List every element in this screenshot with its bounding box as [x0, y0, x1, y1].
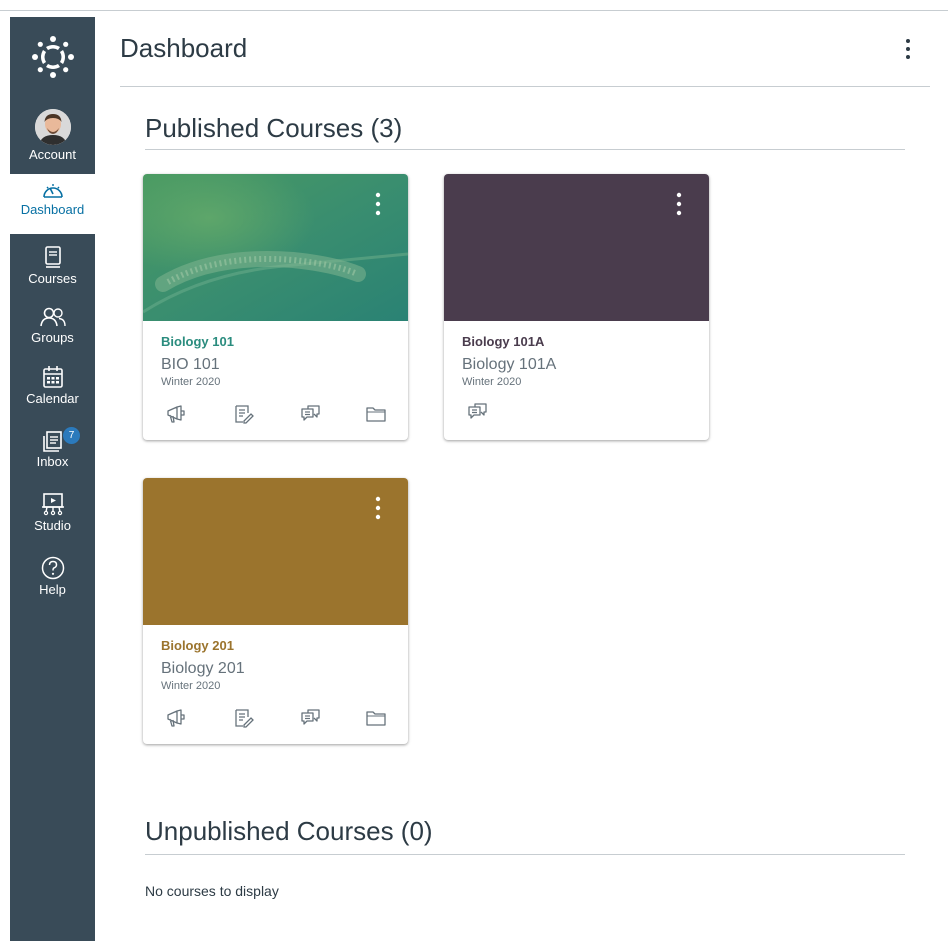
- course-code: Biology 101A: [462, 356, 557, 373]
- avatar: [34, 109, 71, 145]
- course-code: Biology 201: [161, 660, 245, 677]
- announcements-icon[interactable]: [165, 404, 187, 426]
- nav-help[interactable]: Help: [10, 556, 95, 597]
- nav-help-label: Help: [39, 582, 66, 597]
- kebab-menu-icon: [676, 192, 682, 216]
- inbox-icon: [42, 431, 62, 452]
- course-name[interactable]: Biology 101A: [462, 334, 544, 349]
- header-divider: [120, 86, 930, 87]
- course-card-color: [143, 478, 408, 625]
- studio-icon: [41, 493, 64, 516]
- card-options-button[interactable]: [671, 192, 687, 218]
- files-icon[interactable]: [365, 708, 387, 730]
- nav-studio-label: Studio: [34, 518, 71, 533]
- inbox-unread-badge: 7: [62, 426, 81, 445]
- kebab-menu-icon: [906, 39, 910, 59]
- course-card-image: [143, 174, 408, 321]
- unpublished-divider: [145, 854, 905, 855]
- files-icon[interactable]: [365, 404, 387, 426]
- kebab-menu-icon: [375, 192, 381, 216]
- course-term: Winter 2020: [462, 376, 522, 388]
- published-courses-heading: Published Courses (3): [145, 113, 403, 143]
- nav-account[interactable]: Account: [10, 109, 95, 162]
- page-title: Dashboard: [120, 33, 248, 63]
- card-options-button[interactable]: [370, 192, 386, 218]
- course-name[interactable]: Biology 201: [161, 638, 234, 653]
- global-nav: Account Dashboard Courses Groups Calenda…: [10, 17, 95, 941]
- nav-calendar-label: Calendar: [26, 391, 79, 406]
- published-divider: [145, 149, 905, 150]
- course-term: Winter 2020: [161, 376, 221, 388]
- card-action-icons: [161, 404, 391, 424]
- card-options-button[interactable]: [370, 496, 386, 522]
- nav-groups-label: Groups: [31, 330, 74, 345]
- course-card-biology-201[interactable]: Biology 201 Biology 201 Winter 2020: [143, 478, 408, 744]
- announcements-icon[interactable]: [165, 708, 187, 730]
- nav-inbox-label: Inbox: [36, 454, 69, 469]
- calendar-icon: [42, 366, 63, 388]
- card-action-icons: [161, 708, 391, 728]
- nav-inbox[interactable]: 7 Inbox: [10, 426, 95, 469]
- nav-studio[interactable]: Studio: [10, 492, 95, 533]
- assignments-icon[interactable]: [233, 708, 255, 730]
- unpublished-courses-heading: Unpublished Courses (0): [145, 816, 433, 846]
- nav-calendar[interactable]: Calendar: [10, 365, 95, 406]
- kebab-menu-icon: [375, 496, 381, 520]
- help-icon: [41, 556, 64, 580]
- assignments-icon[interactable]: [233, 404, 255, 426]
- discussions-icon[interactable]: [300, 708, 322, 730]
- course-card-color: [444, 174, 709, 321]
- groups-icon: [39, 307, 66, 327]
- nav-dashboard[interactable]: Dashboard: [10, 174, 95, 234]
- courses-icon: [44, 246, 61, 268]
- course-card-biology-101[interactable]: Biology 101 BIO 101 Winter 2020: [143, 174, 408, 440]
- discussions-icon[interactable]: [467, 402, 489, 424]
- canvas-logo-icon[interactable]: [10, 35, 95, 79]
- top-border: [0, 10, 948, 11]
- course-card-biology-101a[interactable]: Biology 101A Biology 101A Winter 2020: [444, 174, 709, 440]
- discussions-icon[interactable]: [300, 404, 322, 426]
- card-action-icons: [462, 402, 692, 422]
- nav-account-label: Account: [29, 147, 76, 162]
- nav-courses[interactable]: Courses: [10, 245, 95, 286]
- course-code: BIO 101: [161, 356, 220, 373]
- dashboard-options-button[interactable]: [898, 38, 918, 64]
- empty-state-text: No courses to display: [145, 883, 279, 899]
- course-name[interactable]: Biology 101: [161, 334, 234, 349]
- dashboard-icon: [42, 184, 63, 198]
- course-term: Winter 2020: [161, 680, 221, 692]
- nav-groups[interactable]: Groups: [10, 306, 95, 345]
- nav-dashboard-label: Dashboard: [20, 202, 85, 217]
- nav-courses-label: Courses: [28, 271, 77, 286]
